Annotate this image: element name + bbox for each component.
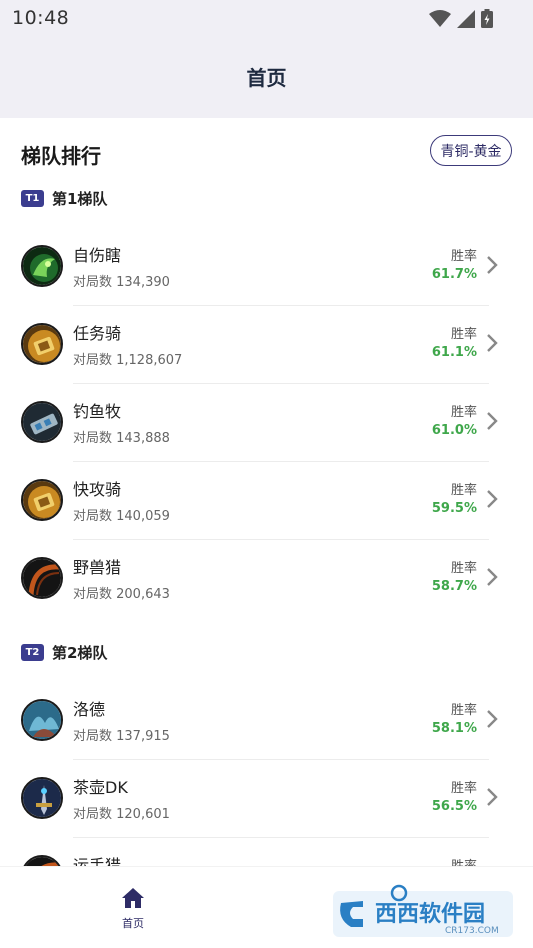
chevron-right-icon [487,412,498,430]
wifi-icon [429,9,451,27]
status-bar: 10:48 [0,0,533,38]
deck-name: 自伤瞎 [73,246,122,265]
hunter-deck-icon [21,855,63,866]
watermark-sub: CR173.COM [445,926,499,936]
winrate-value: 61.1% [431,345,477,360]
app-bar: 首页 [0,38,533,118]
winrate-value: 61.7% [431,267,477,282]
winrate-label: 胜率 [451,855,477,866]
winrate-value: 58.1% [431,721,477,736]
deck-row[interactable]: 野兽猎 对局数 200,643 胜率 58.7% [0,540,533,618]
tier-header-t1: T1 第1梯队 [21,186,107,210]
winrate-label: 胜率 [450,249,477,264]
page-title: 首页 [246,66,287,90]
ladder-header: 梯队排行 青铜-黄金 [0,118,533,178]
paladin-quest-icon [21,323,63,365]
deck-name: 任务骑 [73,324,122,343]
deck-name: 茶壶DK [73,778,128,797]
deck-games: 对局数 200,643 [73,587,170,602]
deck-games: 对局数 143,888 [73,431,170,446]
deck-row[interactable]: 运手猎 胜率 [0,838,533,866]
death-knight-deck-icon [21,777,63,819]
nav-home-label: 首页 [122,917,144,930]
tier-badge: T2 [21,643,44,661]
bottom-nav: 首页 西西软件园 CR173.COM [0,866,533,948]
battery-icon [481,9,493,28]
ladder-title: 梯队排行 [21,144,101,168]
deck-name: 野兽猎 [73,558,122,577]
deck-games: 对局数 1,128,607 [73,353,183,368]
tier-label: 第1梯队 [52,189,108,208]
deck-row[interactable]: 快攻骑 对局数 140,059 胜率 59.5% [0,462,533,540]
deck-row[interactable]: 钓鱼牧 对局数 143,888 胜率 61.0% [0,384,533,462]
deck-games: 对局数 134,390 [73,275,170,290]
winrate-label: 胜率 [450,405,477,420]
status-time: 10:48 [12,7,70,29]
deck-name: 快攻骑 [73,480,122,499]
chevron-right-icon [487,256,498,274]
druid-deck-icon [21,699,63,741]
chevron-right-icon [487,568,498,586]
ladder-content[interactable]: 梯队排行 青铜-黄金 T1 第1梯队 自伤瞎 对局数 134,390 胜率 61… [0,118,533,866]
paladin-aggro-icon [21,479,63,521]
signal-icon [457,9,475,28]
deck-name: 运手猎 [73,856,122,866]
status-icons [429,9,493,28]
winrate-value: 59.5% [431,501,477,516]
deck-row[interactable]: 自伤瞎 对局数 134,390 胜率 61.7% [0,228,533,306]
winrate-value: 56.5% [431,799,477,814]
priest-deck-icon [21,401,63,443]
deck-name: 洛德 [73,700,106,719]
watermark-text: 西西软件园 [375,901,485,927]
deck-games: 对局数 137,915 [73,729,170,744]
deck-games: 对局数 140,059 [73,509,170,524]
tier-header-t2: T2 第2梯队 [21,640,107,664]
nav-home-tab[interactable]: 首页 [113,885,153,935]
watermark-logo: 西西软件园 CR173.COM [333,883,513,939]
winrate-label: 胜率 [450,781,477,796]
warlock-deck-icon [21,245,63,287]
deck-name: 钓鱼牧 [73,402,122,421]
chevron-right-icon [487,490,498,508]
chevron-right-icon [487,710,498,728]
chevron-right-icon [487,788,498,806]
winrate-label: 胜率 [450,703,477,718]
winrate-label: 胜率 [450,327,477,342]
chevron-right-icon [487,334,498,352]
tier-badge: T1 [21,189,44,207]
home-icon [122,888,144,908]
tier-label: 第2梯队 [52,643,108,662]
deck-games: 对局数 120,601 [73,807,170,822]
deck-row[interactable]: 茶壶DK 对局数 120,601 胜率 56.5% [0,760,533,838]
rank-range-button[interactable]: 青铜-黄金 [430,135,512,166]
hunter-deck-icon [21,557,63,599]
winrate-label: 胜率 [450,561,477,576]
deck-row[interactable]: 洛德 对局数 137,915 胜率 58.1% [0,682,533,760]
deck-row[interactable]: 任务骑 对局数 1,128,607 胜率 61.1% [0,306,533,384]
winrate-label: 胜率 [450,483,477,498]
winrate-value: 58.7% [431,579,477,594]
winrate-value: 61.0% [431,423,477,438]
